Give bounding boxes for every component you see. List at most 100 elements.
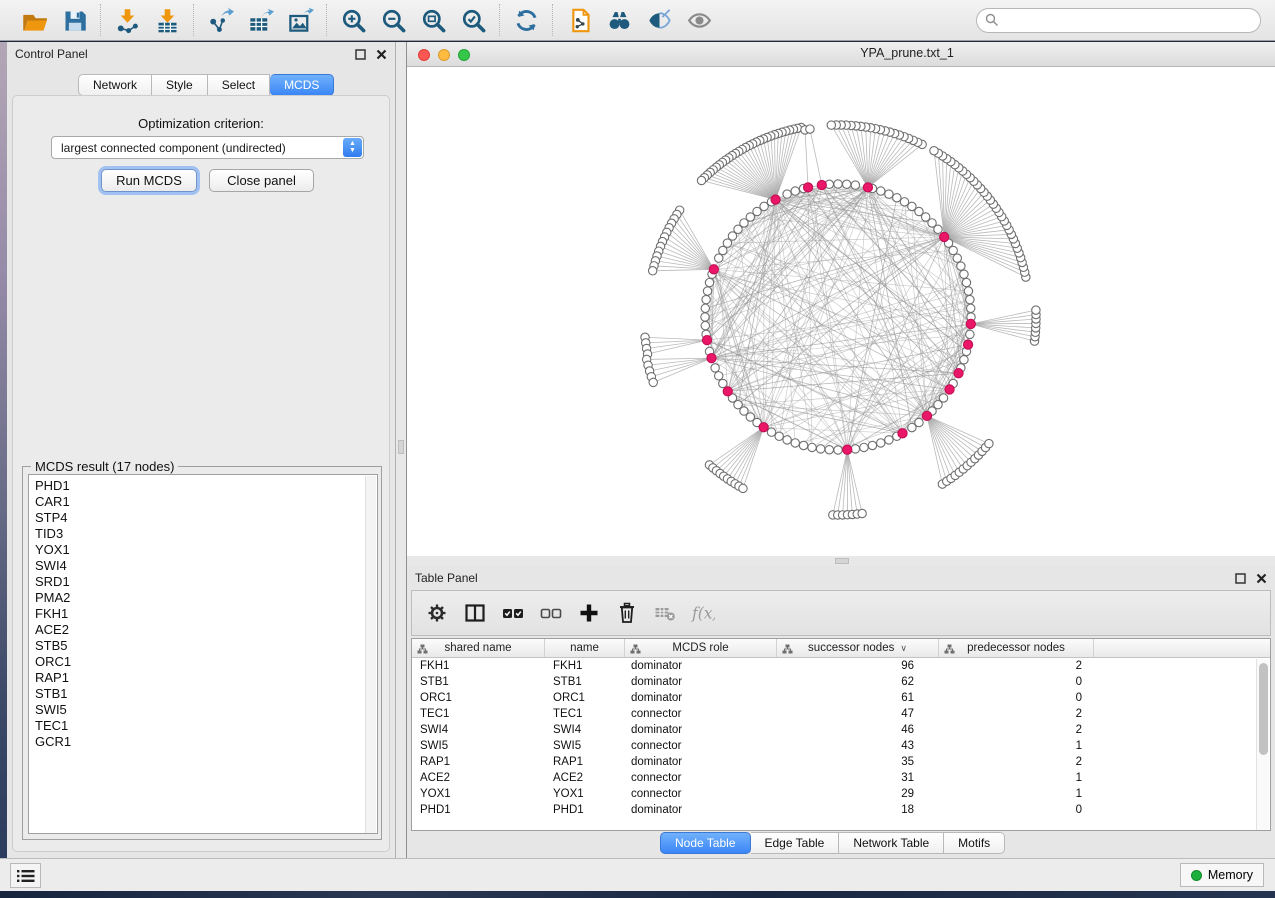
table-row[interactable]: PHD1PHD1dominator180	[412, 802, 1270, 818]
import-table-button[interactable]	[147, 4, 187, 36]
graph-node[interactable]	[799, 441, 807, 449]
graph-node[interactable]	[783, 436, 791, 444]
graph-node[interactable]	[985, 439, 993, 447]
column-header-MCDS-role[interactable]: MCDS role	[625, 639, 777, 657]
table-row[interactable]: ACE2ACE2connector311	[412, 770, 1270, 786]
tab-edge-table[interactable]: Edge Table	[751, 832, 840, 854]
horizontal-splitter[interactable]	[407, 556, 1275, 566]
graph-node[interactable]	[649, 378, 657, 386]
close-panel-icon[interactable]	[1256, 573, 1267, 584]
mcds-result-item[interactable]: SWI5	[35, 702, 377, 718]
graph-node-selected[interactable]	[771, 195, 780, 204]
graph-node[interactable]	[705, 278, 713, 286]
graph-node[interactable]	[701, 313, 709, 321]
splitter-grip[interactable]	[835, 558, 849, 564]
graph-node-selected[interactable]	[963, 340, 972, 349]
zoom-out-button[interactable]	[373, 4, 413, 36]
graph-node[interactable]	[816, 445, 824, 453]
graph-node[interactable]	[877, 439, 885, 447]
graph-node-selected[interactable]	[709, 265, 718, 274]
graph-node[interactable]	[962, 278, 970, 286]
float-panel-icon[interactable]	[1235, 573, 1246, 584]
mcds-result-item[interactable]: TEC1	[35, 718, 377, 734]
mcds-result-item[interactable]: SRD1	[35, 574, 377, 590]
graph-node[interactable]	[701, 321, 709, 329]
add-column-button[interactable]	[572, 595, 606, 631]
graph-node[interactable]	[834, 446, 842, 454]
mcds-result-item[interactable]: FKH1	[35, 606, 377, 622]
graph-node[interactable]	[860, 443, 868, 451]
graph-node[interactable]	[715, 372, 723, 380]
graph-node[interactable]	[827, 121, 835, 129]
graph-node[interactable]	[957, 262, 965, 270]
graph-node-selected[interactable]	[945, 385, 954, 394]
table-row[interactable]: YOX1YOX1connector291	[412, 786, 1270, 802]
graph-node[interactable]	[719, 246, 727, 254]
graph-node-selected[interactable]	[759, 423, 768, 432]
zoom-fit-button[interactable]	[413, 4, 453, 36]
birds-eye-view-button[interactable]	[679, 4, 719, 36]
graph-node[interactable]	[900, 198, 908, 206]
mcds-result-list[interactable]: PHD1CAR1STP4TID3YOX1SWI4SRD1PMA2FKH1ACE2…	[28, 474, 378, 834]
column-header-predecessor-nodes[interactable]: predecessor nodes	[939, 639, 1094, 657]
network-canvas[interactable]	[407, 67, 1275, 556]
graph-node[interactable]	[966, 330, 974, 338]
mcds-result-item[interactable]: STP4	[35, 510, 377, 526]
graph-node[interactable]	[806, 125, 814, 133]
tab-node-table[interactable]: Node Table	[660, 832, 751, 854]
tab-select[interactable]: Select	[208, 74, 270, 96]
graph-node[interactable]	[966, 295, 974, 303]
graph-node[interactable]	[960, 356, 968, 364]
save-session-button[interactable]	[54, 4, 94, 36]
graph-node-selected[interactable]	[966, 319, 975, 328]
zoom-in-button[interactable]	[333, 4, 373, 36]
mcds-result-item[interactable]: PHD1	[35, 478, 377, 494]
graph-node-selected[interactable]	[922, 411, 931, 420]
mcds-result-item[interactable]: PMA2	[35, 590, 377, 606]
toggle-columns-button[interactable]	[458, 595, 492, 631]
table-scrollbar-thumb[interactable]	[1259, 663, 1268, 755]
table-row[interactable]: TEC1TEC1connector472	[412, 706, 1270, 722]
float-panel-icon[interactable]	[355, 49, 366, 60]
graph-node-selected[interactable]	[817, 180, 826, 189]
zoom-selected-button[interactable]	[453, 4, 493, 36]
graph-node[interactable]	[711, 364, 719, 372]
graph-node[interactable]	[868, 441, 876, 449]
vertical-splitter[interactable]	[396, 42, 407, 858]
mcds-result-item[interactable]: YOX1	[35, 542, 377, 558]
graph-node[interactable]	[783, 190, 791, 198]
graph-node[interactable]	[939, 394, 947, 402]
graph-node[interactable]	[808, 443, 816, 451]
graph-node[interactable]	[703, 287, 711, 295]
graph-node[interactable]	[893, 194, 901, 202]
export-table-button[interactable]	[240, 4, 280, 36]
graph-node-selected[interactable]	[803, 183, 812, 192]
table-row[interactable]: STB1STB1dominator620	[412, 674, 1270, 690]
table-row[interactable]: ORC1ORC1dominator610	[412, 690, 1270, 706]
table-settings-button[interactable]	[420, 595, 454, 631]
close-panel-icon[interactable]	[376, 49, 387, 60]
graph-node[interactable]	[719, 379, 727, 387]
graph-node[interactable]	[791, 439, 799, 447]
criterion-select[interactable]: largest connected component (undirected)…	[51, 136, 364, 159]
graph-node-selected[interactable]	[723, 387, 732, 396]
mcds-result-item[interactable]: TID3	[35, 526, 377, 542]
graph-node[interactable]	[702, 295, 710, 303]
graphics-details-button[interactable]	[639, 4, 679, 36]
graph-node-selected[interactable]	[954, 369, 963, 378]
mcds-list-scrollbar[interactable]	[365, 476, 376, 834]
graph-node[interactable]	[964, 287, 972, 295]
apply-layout-button[interactable]	[506, 4, 546, 36]
mcds-result-item[interactable]: GCR1	[35, 734, 377, 750]
graph-node[interactable]	[834, 180, 842, 188]
delete-column-button[interactable]	[610, 595, 644, 631]
graph-node[interactable]	[739, 484, 747, 492]
network-graph[interactable]	[407, 67, 1275, 556]
graph-node[interactable]	[851, 181, 859, 189]
mcds-result-item[interactable]: STB1	[35, 686, 377, 702]
mcds-result-item[interactable]: SWI4	[35, 558, 377, 574]
graph-node-selected[interactable]	[702, 335, 711, 344]
graph-node-selected[interactable]	[707, 353, 716, 362]
graph-node[interactable]	[825, 446, 833, 454]
graph-node[interactable]	[960, 270, 968, 278]
